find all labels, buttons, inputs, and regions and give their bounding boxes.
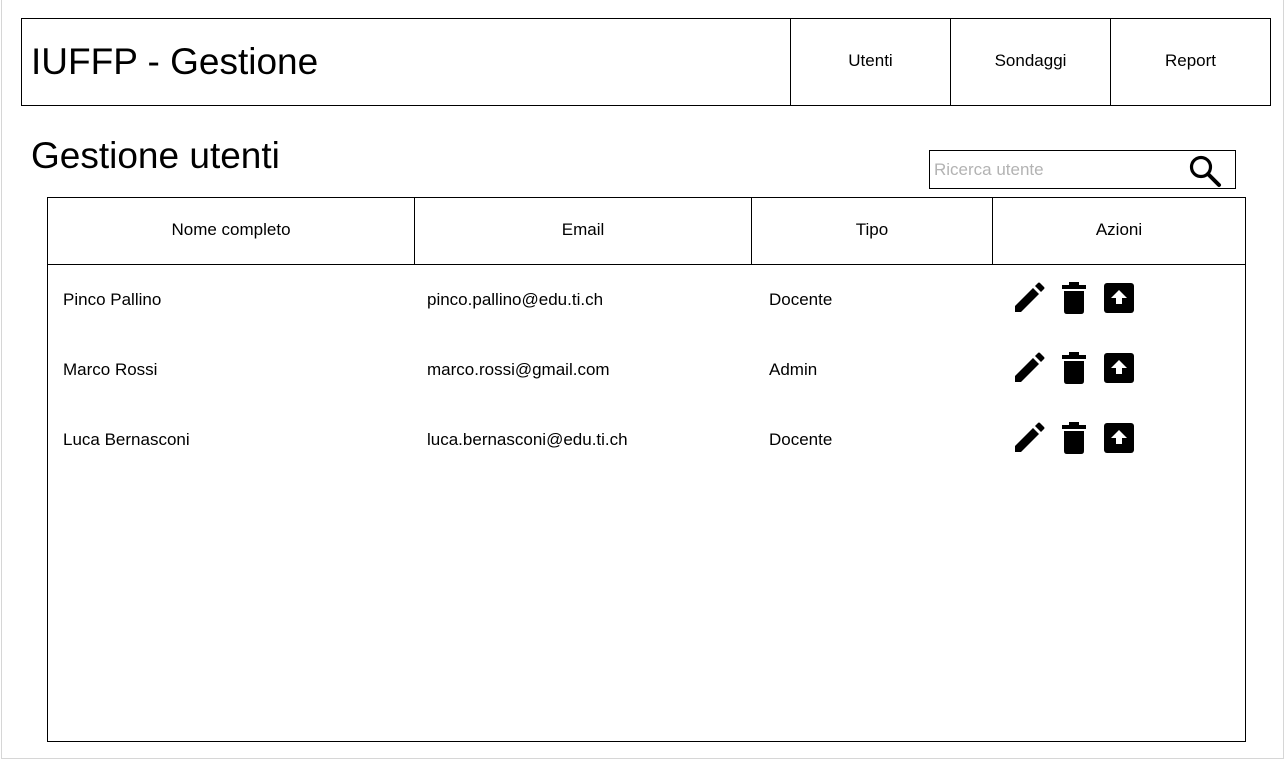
cell-email: pinco.pallino@edu.ti.ch	[427, 290, 604, 309]
edit-pencil-icon[interactable]	[1012, 281, 1046, 315]
delete-trash-icon[interactable]	[1057, 421, 1091, 455]
search-icon[interactable]	[1188, 154, 1222, 188]
column-header-azioni: Azioni	[1095, 220, 1143, 239]
app-title: IUFFP - Gestione	[31, 41, 319, 82]
edit-pencil-icon[interactable]	[1012, 421, 1046, 455]
cell-email: luca.bernasconi@edu.ti.ch	[427, 430, 628, 449]
cell-type: Docente	[769, 430, 833, 449]
cell-email: marco.rossi@gmail.com	[427, 360, 610, 379]
users-table: Nome completo Email Tipo Azioni Pinco Pa…	[47, 197, 1246, 742]
cell-type: Admin	[769, 360, 818, 379]
cell-name: Pinco Pallino	[63, 290, 162, 309]
cell-name: Marco Rossi	[63, 360, 158, 379]
column-header-email: Email	[415, 198, 752, 264]
table-row: Luca Bernasconi luca.bernasconi@edu.ti.c…	[48, 405, 1245, 475]
column-header-nome: Nome completo	[48, 198, 415, 264]
app-header: IUFFP - Gestione Utenti Sondaggi Report	[21, 18, 1271, 106]
column-header-tipo: Tipo	[752, 198, 993, 264]
table-row: Marco Rossi marco.rossi@gmail.com Admin	[48, 335, 1245, 405]
table-row: Pinco Pallino pinco.pallino@edu.ti.ch Do…	[48, 265, 1245, 335]
nav-item-report[interactable]: Report	[1110, 19, 1270, 105]
delete-trash-icon[interactable]	[1057, 351, 1091, 385]
delete-trash-icon[interactable]	[1057, 281, 1091, 315]
search-input[interactable]	[934, 151, 1184, 188]
edit-pencil-icon[interactable]	[1012, 351, 1046, 385]
upload-arrow-icon[interactable]	[1102, 421, 1136, 455]
nav-item-utenti[interactable]: Utenti	[790, 19, 950, 105]
page-title: Gestione utenti	[31, 135, 280, 176]
cell-name: Luca Bernasconi	[63, 430, 190, 449]
upload-arrow-icon[interactable]	[1102, 281, 1136, 315]
table-header: Nome completo Email Tipo Azioni	[48, 198, 1245, 265]
nav-item-sondaggi[interactable]: Sondaggi	[950, 19, 1110, 105]
upload-arrow-icon[interactable]	[1102, 351, 1136, 385]
cell-type: Docente	[769, 290, 833, 309]
search-box	[929, 150, 1236, 189]
